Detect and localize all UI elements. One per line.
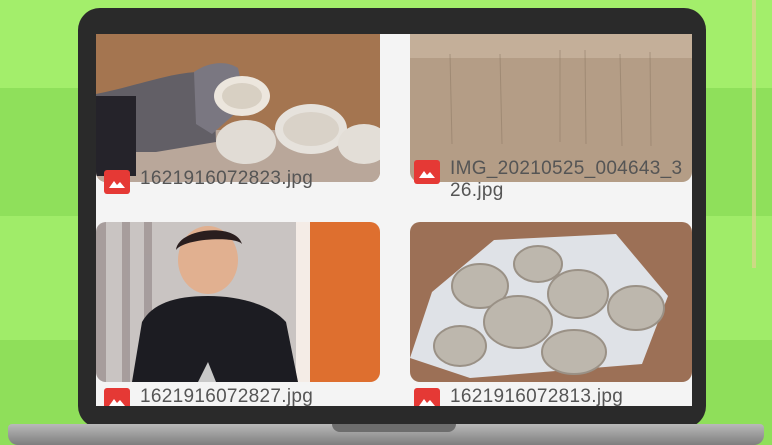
file-caption[interactable]: IMG_20210525_004643_326.jpg [414, 158, 690, 202]
file-caption[interactable]: 1621916072813.jpg [414, 386, 623, 406]
file-name: 1621916072823.jpg [140, 168, 314, 189]
laptop-base [8, 424, 764, 445]
file-caption[interactable]: 1621916072827.jpg [104, 386, 313, 406]
image-thumbnail[interactable] [410, 222, 692, 382]
laptop-hinge [332, 424, 456, 432]
image-file-icon [104, 170, 130, 194]
thumbnail-boy-photo [96, 222, 380, 382]
file-name: 1621916072827.jpg [140, 386, 314, 406]
file-name: 1621916072813.jpg [450, 386, 624, 406]
image-file-icon [414, 160, 440, 184]
file-caption[interactable]: 1621916072823.jpg [104, 168, 313, 194]
file-gallery-screen: 1621916072823.jpg IMG_20210525_004643_32… [96, 34, 692, 406]
image-thumbnail[interactable] [96, 222, 380, 382]
thumbnail-cookies-hand [96, 34, 380, 182]
file-name: IMG_20210525_004643_326.jpg [450, 158, 683, 201]
decorative-line [752, 0, 756, 268]
image-file-icon [414, 388, 440, 406]
image-file-icon [104, 388, 130, 406]
image-thumbnail[interactable] [96, 34, 380, 182]
thumbnail-cookie-plate [410, 222, 692, 382]
